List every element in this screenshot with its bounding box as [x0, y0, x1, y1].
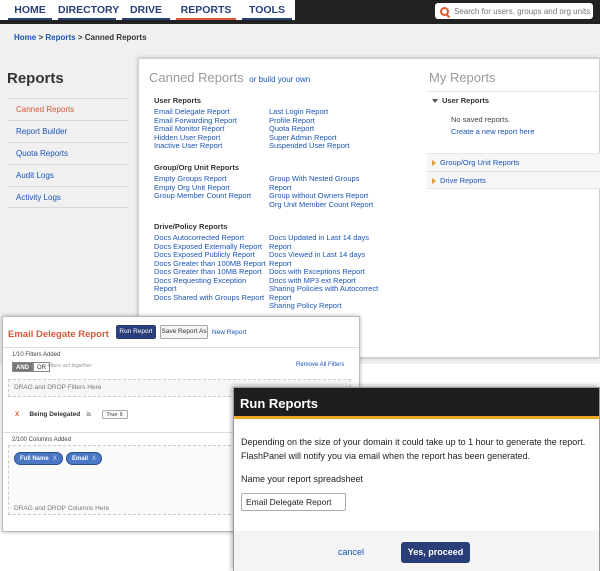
- my-reports-user-label: User Reports: [442, 96, 490, 105]
- breadcrumb-reports[interactable]: Reports: [45, 33, 75, 42]
- search-input[interactable]: [454, 6, 593, 16]
- expand-down-icon: [432, 99, 438, 104]
- remove-filter-icon[interactable]: X: [15, 411, 19, 418]
- drive-reports-col2: Docs Updated in Last 14 days Report Docs…: [269, 233, 394, 311]
- group-reports-col1: Empty Groups Report Empty Org Unit Repor…: [154, 174, 266, 201]
- my-reports-panel: User Reports No saved reports. Create a …: [427, 91, 600, 189]
- columns-count: 2/100 Columns Added: [12, 437, 72, 443]
- nav-home[interactable]: HOME: [8, 0, 52, 20]
- no-saved-reports: No saved reports.: [451, 115, 511, 124]
- column-chip-email[interactable]: Email X: [66, 452, 103, 465]
- dialog-title: Run Reports: [240, 396, 318, 411]
- cancel-button[interactable]: cancel: [338, 547, 364, 557]
- my-reports-user-section[interactable]: User Reports: [427, 91, 600, 109]
- my-reports-group-label: Group/Org Unit Reports: [440, 158, 520, 167]
- top-navigation-bar: HOME DIRECTORY DRIVE REPORTS TOOLS: [0, 0, 600, 24]
- my-reports-drive-section[interactable]: Drive Reports: [427, 171, 600, 189]
- run-reports-dialog: Run Reports Depending on the size of you…: [233, 387, 600, 571]
- my-reports-drive-label: Drive Reports: [440, 176, 486, 185]
- remove-chip-icon[interactable]: X: [92, 456, 96, 462]
- save-report-as-button[interactable]: Save Report As: [160, 325, 208, 339]
- report-link[interactable]: Org Unit Member Count Report: [269, 200, 394, 210]
- dialog-message: Depending on the size of your domain it …: [241, 437, 586, 461]
- run-report-button[interactable]: Run Report: [116, 325, 156, 339]
- remove-chip-icon[interactable]: X: [53, 456, 57, 462]
- filter-name: Being Delegated: [29, 411, 81, 418]
- create-report-link[interactable]: Create a new report here: [451, 127, 600, 136]
- dialog-header: Run Reports: [234, 388, 599, 419]
- group-reports-col2: Group With Nested Groups Report Group wi…: [269, 174, 394, 210]
- user-reports-col1: Email Delegate Report Email Forwarding R…: [154, 107, 266, 151]
- sidebar-item-quota-reports[interactable]: Quota Reports: [7, 142, 128, 164]
- columns-dropzone-label[interactable]: DRAG and DROP Columns Here: [14, 505, 109, 512]
- nav-tools[interactable]: TOOLS: [242, 0, 292, 20]
- nav-drive[interactable]: DRIVE: [122, 0, 170, 20]
- search-icon: [440, 6, 449, 16]
- and-toggle[interactable]: AND: [12, 362, 33, 372]
- search-box[interactable]: [435, 3, 593, 19]
- and-or-toggle: AND OR: [12, 362, 50, 372]
- report-link[interactable]: Suspended User Report: [269, 141, 389, 151]
- chip-label: Full Name: [20, 456, 49, 462]
- drive-reports-heading: Drive/Policy Reports: [154, 222, 228, 231]
- sidebar-title: Reports: [7, 70, 64, 87]
- breadcrumb-home[interactable]: Home: [14, 33, 36, 42]
- expand-right-icon: [432, 178, 436, 185]
- column-chip-full-name[interactable]: Full Name X: [14, 452, 63, 465]
- report-link[interactable]: Sharing Policy Report: [269, 301, 394, 311]
- my-reports-group-section[interactable]: Group/Org Unit Reports: [427, 153, 600, 171]
- filter-value-select[interactable]: True ⇕: [102, 410, 128, 419]
- canned-reports-heading: Canned Reports: [149, 70, 244, 85]
- report-name-input[interactable]: [241, 493, 346, 511]
- nav-reports[interactable]: REPORTS: [176, 0, 236, 20]
- breadcrumb-sep: >: [77, 33, 83, 42]
- build-your-own-link[interactable]: or build your own: [249, 75, 310, 84]
- user-reports-heading: User Reports: [154, 96, 202, 105]
- chip-label: Email: [72, 456, 89, 462]
- canned-reports-title: Canned Reports or build your own: [149, 70, 310, 85]
- report-link[interactable]: Group Member Count Report: [154, 191, 266, 201]
- sidebar-item-activity-logs[interactable]: Activity Logs: [7, 186, 128, 208]
- sidebar-item-audit-logs[interactable]: Audit Logs: [7, 164, 128, 186]
- filter-row: X Being Delegated is True ⇕: [15, 410, 128, 419]
- sidebar: Canned Reports Report Builder Quota Repo…: [7, 98, 128, 208]
- my-reports-title: My Reports: [429, 70, 496, 85]
- group-reports-heading: Group/Org Unit Reports: [154, 163, 239, 172]
- nav-directory[interactable]: DIRECTORY: [58, 0, 119, 20]
- divider: [3, 347, 359, 348]
- sidebar-item-report-builder[interactable]: Report Builder: [7, 120, 128, 142]
- select-arrows-icon: ⇕: [118, 412, 124, 418]
- report-title: Email Delegate Report: [8, 329, 109, 340]
- breadcrumb-sep: >: [38, 33, 44, 42]
- new-report-link[interactable]: New Report: [212, 329, 246, 336]
- remove-all-filters-link[interactable]: Remove All Filters: [296, 362, 344, 368]
- sidebar-item-canned-reports[interactable]: Canned Reports: [7, 98, 128, 120]
- drive-reports-col1: Docs Autocorrected Report Docs Exposed E…: [154, 233, 268, 303]
- filters-hint: filters act together: [48, 363, 92, 369]
- filter-operator: is: [86, 411, 92, 418]
- filters-count: 1/10 Filters Added: [12, 352, 61, 358]
- filter-value: True: [106, 412, 118, 418]
- expand-right-icon: [432, 160, 436, 167]
- my-reports-user-body: No saved reports. Create a new report he…: [427, 109, 600, 153]
- breadcrumb-current: Canned Reports: [84, 33, 147, 42]
- breadcrumb: Home > Reports > Canned Reports: [14, 33, 147, 42]
- proceed-button[interactable]: Yes, proceed: [401, 542, 470, 563]
- report-name-label: Name your report spreadsheet: [241, 474, 364, 484]
- report-link[interactable]: Docs Shared with Groups Report: [154, 293, 268, 303]
- main-nav: HOME DIRECTORY DRIVE REPORTS TOOLS: [0, 0, 295, 20]
- report-link[interactable]: Inactive User Report: [154, 141, 266, 151]
- user-reports-col2: Last Login Report Profile Report Quota R…: [269, 107, 389, 151]
- canned-reports-window: Canned Reports or build your own User Re…: [138, 58, 600, 358]
